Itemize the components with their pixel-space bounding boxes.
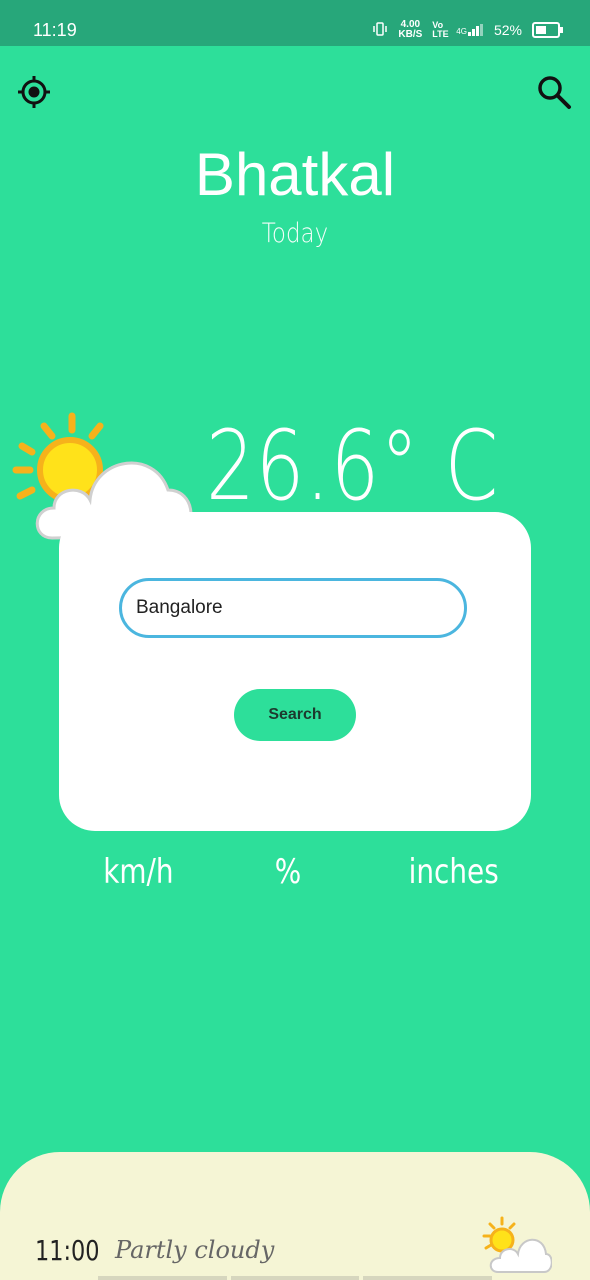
city-name: Bhatkal: [194, 141, 396, 208]
wind-unit: km/h: [103, 852, 174, 892]
temperature: 26.6° C: [206, 410, 500, 522]
status-bar: 11:19 4.00 KB/S Vo LTE 4G 52%: [0, 0, 590, 46]
hourly-time: 11:00: [35, 1234, 100, 1267]
battery-icon: [532, 22, 563, 38]
weather-metrics: km/h % inches: [0, 852, 590, 902]
crosshair-location-icon[interactable]: [16, 74, 52, 110]
divider-segment: [363, 1276, 493, 1280]
network-speed: 4.00 KB/S: [398, 20, 422, 40]
signal-icon: 4G: [456, 24, 484, 36]
search-dialog: Search: [59, 512, 531, 831]
partly-cloudy-icon: [480, 1216, 553, 1276]
hourly-divider: [98, 1276, 493, 1280]
status-indicators: 4.00 KB/S Vo LTE 4G 52%: [372, 20, 563, 40]
humidity-unit: %: [274, 852, 302, 892]
volte-indicator: Vo LTE: [432, 20, 449, 39]
status-time: 11:19: [33, 20, 77, 40]
battery-percent: 52%: [493, 22, 522, 38]
hourly-item[interactable]: 11:00 Partly cloudy: [0, 1216, 590, 1280]
search-button[interactable]: Search: [234, 689, 356, 741]
vibrate-icon: [372, 21, 388, 39]
network-speed-unit: KB/S: [398, 29, 423, 40]
search-icon[interactable]: [536, 74, 572, 110]
divider-segment: [98, 1276, 227, 1280]
city-search-input[interactable]: [119, 578, 467, 638]
signal-type: 4G: [456, 27, 467, 36]
rain-unit: inches: [408, 852, 499, 892]
day-label: Today: [261, 218, 329, 249]
divider-segment: [230, 1276, 360, 1280]
hourly-description: Partly cloudy: [115, 1236, 275, 1264]
